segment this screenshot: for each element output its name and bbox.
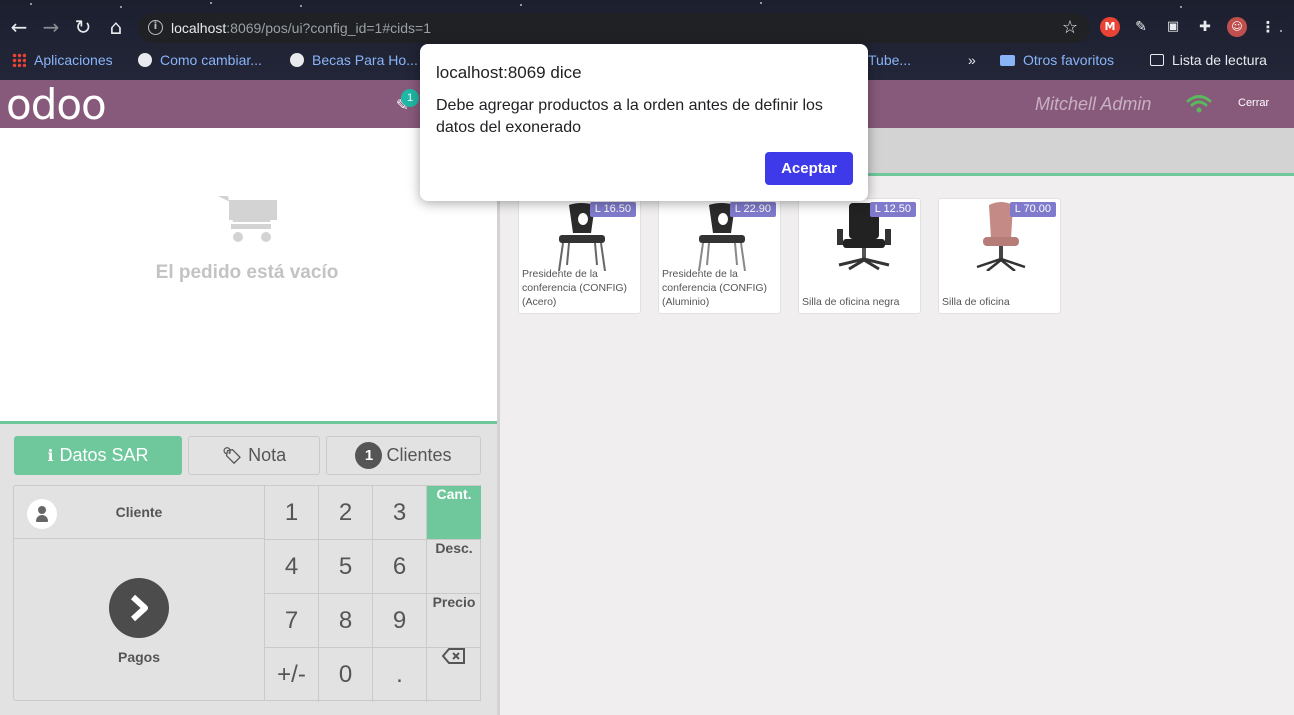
bookmark-item[interactable]: Becas Para Ho... bbox=[290, 52, 418, 68]
product-card[interactable]: L 12.50 Silla de oficina negra bbox=[798, 198, 921, 314]
mode-quantity-button[interactable]: Cant. bbox=[427, 486, 481, 540]
menu-kebab-icon[interactable]: ⋮ bbox=[1258, 17, 1278, 37]
mode-price-button[interactable]: Precio bbox=[427, 594, 481, 648]
numpad-key-7[interactable]: 7 bbox=[265, 594, 319, 648]
product-name: Silla de oficina bbox=[942, 296, 1010, 308]
product-card[interactable]: L 22.90 Presidente de la conferencia (CO… bbox=[658, 198, 781, 314]
customers-button[interactable]: 1 Clientes bbox=[326, 436, 481, 475]
bookmark-apps[interactable]: Aplicaciones bbox=[12, 52, 113, 68]
price-tag: L 16.50 bbox=[589, 202, 636, 217]
chevron-right-icon bbox=[109, 578, 169, 638]
background-star bbox=[1180, 6, 1182, 8]
customers-count-badge: 1 bbox=[355, 442, 383, 469]
folder-icon bbox=[1000, 55, 1015, 66]
reading-list[interactable]: Lista de lectura bbox=[1150, 52, 1267, 68]
extension-icon[interactable]: M bbox=[1100, 17, 1120, 37]
price-tag: L 12.50 bbox=[869, 202, 916, 217]
bookmark-folder-others[interactable]: Otros favoritos bbox=[1000, 52, 1114, 68]
tag-icon: 🏷 bbox=[221, 446, 243, 465]
numpad-key-1[interactable]: 1 bbox=[265, 486, 319, 540]
accept-button[interactable]: Aceptar bbox=[765, 152, 853, 185]
globe-icon bbox=[290, 53, 304, 67]
numpad-key-4[interactable]: 4 bbox=[265, 540, 319, 594]
payment-button[interactable]: Pagos bbox=[14, 540, 264, 700]
alert-dialog: localhost:8069 dice Debe agregar product… bbox=[420, 44, 868, 201]
numpad-key-plus-minus[interactable]: +/- bbox=[265, 648, 319, 702]
profile-avatar-icon[interactable]: ☺ bbox=[1227, 17, 1247, 37]
background-star bbox=[210, 2, 212, 4]
back-icon[interactable]: ← bbox=[6, 14, 32, 40]
site-info-icon[interactable]: i bbox=[148, 20, 163, 35]
background-star bbox=[520, 4, 522, 6]
numpad-key-3[interactable]: 3 bbox=[373, 486, 427, 540]
numpad-key-2[interactable]: 2 bbox=[319, 486, 373, 540]
backspace-icon bbox=[441, 648, 465, 664]
product-name: Silla de oficina negra bbox=[802, 296, 900, 308]
reload-icon[interactable]: ↻ bbox=[70, 14, 96, 40]
set-customer-button[interactable]: Cliente bbox=[14, 486, 264, 539]
home-icon[interactable]: ⌂ bbox=[103, 14, 129, 40]
numpad-key-6[interactable]: 6 bbox=[373, 540, 427, 594]
price-tag: L 70.00 bbox=[1009, 202, 1056, 217]
numpad: 1 2 3 Cant. 4 5 6 Desc. 7 8 9 Precio +/-… bbox=[264, 485, 481, 702]
info-icon: ℹ bbox=[47, 446, 54, 465]
product-card[interactable]: L 16.50 Presidente de la conferencia (CO… bbox=[518, 198, 641, 314]
datos-sar-button[interactable]: ℹ Datos SAR bbox=[14, 436, 182, 475]
address-bar[interactable]: i localhost:8069/pos/ui?config_id=1#cids… bbox=[138, 13, 1090, 43]
wifi-icon bbox=[1186, 95, 1212, 113]
numpad-key-8[interactable]: 8 bbox=[319, 594, 373, 648]
order-count-badge[interactable]: 1 bbox=[401, 89, 419, 107]
forward-icon[interactable]: → bbox=[38, 14, 64, 40]
shopping-cart-icon bbox=[218, 196, 277, 242]
bookmark-item[interactable]: Como cambiar... bbox=[138, 52, 262, 68]
order-pane: El pedido está vacío ℹ Datos SAR 🏷 Nota 1C… bbox=[0, 128, 497, 715]
empty-order-text: El pedido está vacío bbox=[155, 262, 339, 283]
apps-grid-icon bbox=[12, 53, 26, 67]
bookmark-star-icon[interactable]: ☆ bbox=[1062, 17, 1078, 38]
mode-discount-button[interactable]: Desc. bbox=[427, 540, 481, 594]
product-card[interactable]: L 70.00 Silla de oficina bbox=[938, 198, 1061, 314]
pen-icon[interactable]: ✎ bbox=[1131, 17, 1151, 37]
product-name: Presidente de la conferencia (CONFIG) (A… bbox=[522, 268, 628, 308]
reading-list-icon bbox=[1150, 54, 1164, 66]
background-star bbox=[120, 6, 122, 8]
odoo-logo: odoo bbox=[6, 80, 107, 129]
globe-icon bbox=[138, 53, 152, 67]
product-name: Presidente de la conferencia (CONFIG) (A… bbox=[662, 268, 768, 308]
product-screen: L 16.50 Presidente de la conferencia (CO… bbox=[500, 128, 1294, 715]
price-tag: L 22.90 bbox=[729, 202, 776, 217]
extensions-puzzle-icon[interactable]: ✚ bbox=[1195, 17, 1215, 37]
background-star bbox=[760, 2, 762, 4]
numpad-key-5[interactable]: 5 bbox=[319, 540, 373, 594]
action-pad: Cliente Pagos bbox=[13, 485, 265, 701]
dialog-message: Debe agregar productos a la orden antes … bbox=[436, 97, 823, 136]
window-icon[interactable]: ▣ bbox=[1163, 17, 1183, 37]
note-button[interactable]: 🏷 Nota bbox=[188, 436, 320, 475]
cashier-name[interactable]: Mitchell Admin bbox=[1035, 94, 1151, 115]
background-star bbox=[1280, 30, 1282, 32]
dialog-title: localhost:8069 dice bbox=[436, 63, 582, 82]
bookmarks-overflow[interactable]: » bbox=[968, 52, 976, 68]
bookmark-item[interactable]: Tube... bbox=[868, 52, 911, 68]
numpad-key-0[interactable]: 0 bbox=[319, 648, 373, 702]
background-star bbox=[300, 5, 302, 7]
numpad-key-decimal[interactable]: . bbox=[373, 648, 427, 702]
background-star bbox=[30, 3, 32, 5]
payment-label: Pagos bbox=[117, 649, 160, 665]
backspace-button[interactable] bbox=[427, 648, 481, 702]
numpad-key-9[interactable]: 9 bbox=[373, 594, 427, 648]
user-avatar-icon bbox=[27, 499, 57, 529]
url-text: localhost:8069/pos/ui?config_id=1#cids=1 bbox=[171, 20, 431, 36]
close-session-button[interactable]: Cerrar bbox=[1238, 97, 1269, 109]
